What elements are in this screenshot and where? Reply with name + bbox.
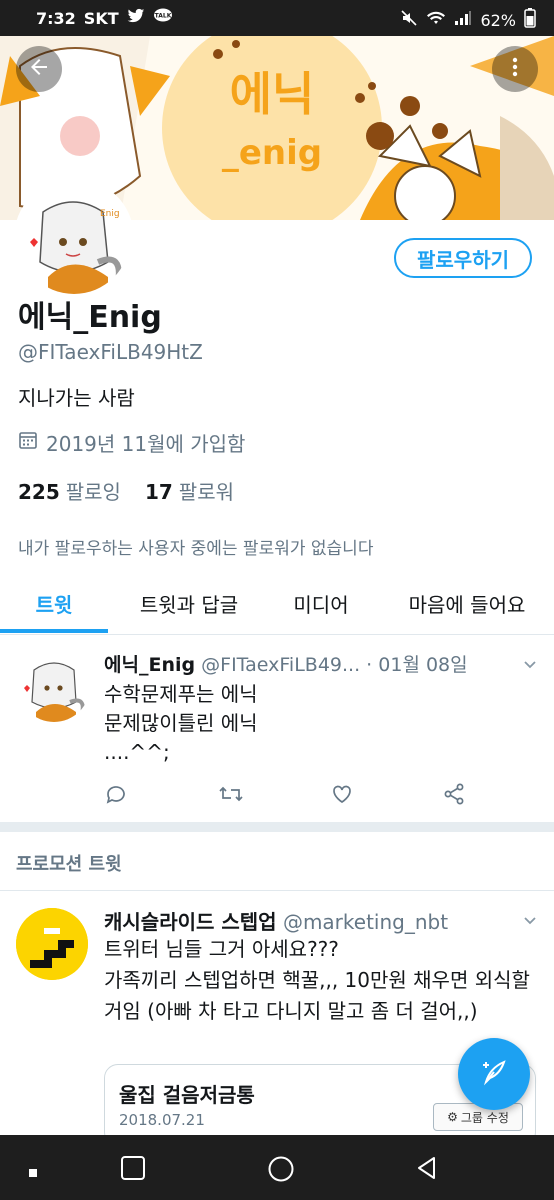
tweet-text: 수학문제푸는 에닉 문제많이틀린 에닉 ....^^; <box>104 682 258 764</box>
following-label: 팔로잉 <box>65 480 121 504</box>
more-options-button[interactable] <box>492 46 538 92</box>
compose-feather-icon <box>478 1056 510 1092</box>
tab-tweets-and-replies[interactable]: 트윗과 답글 <box>116 572 262 634</box>
promoted-author-handle[interactable]: @marketing_nbt <box>283 910 448 934</box>
card-button-label: 그룹 수정 <box>460 1110 509 1125</box>
android-navigation-bar <box>0 1135 554 1200</box>
profile-joined: 2019년 11월에 가입함 <box>18 428 245 457</box>
tab-media[interactable]: 미디어 <box>270 572 372 634</box>
compose-tweet-button[interactable] <box>458 1038 530 1110</box>
chevron-down-icon[interactable] <box>522 656 538 676</box>
recent-dot-icon[interactable] <box>28 1163 38 1182</box>
tweet-author-handle[interactable]: @FITaexFiLB49... <box>201 654 360 676</box>
promoted-avatar[interactable] <box>16 908 88 980</box>
card-date: 2018.07.21 <box>119 1111 205 1129</box>
profile-avatar[interactable]: Enig <box>14 178 134 298</box>
share-icon[interactable] <box>442 782 466 810</box>
home-icon[interactable] <box>267 1155 295 1187</box>
follow-stats: 225 팔로잉 17 팔로워 <box>18 476 234 505</box>
tweet-avatar[interactable] <box>18 650 90 722</box>
avatar-tag-text: Enig <box>100 209 120 219</box>
tab-tweets[interactable]: 트윗 <box>0 572 108 634</box>
banner-subtitle-text: _enig <box>222 133 322 173</box>
tweet-actions <box>104 782 484 812</box>
profile-handle: @FITaexFiLB49HtZ <box>18 340 203 364</box>
back-button[interactable] <box>16 46 62 92</box>
follow-button[interactable]: 팔로우하기 <box>394 238 532 278</box>
heart-icon[interactable] <box>330 782 354 810</box>
card-group-edit-button[interactable]: ⚙ 그룹 수정 <box>433 1103 523 1131</box>
retweet-icon[interactable] <box>218 782 244 810</box>
following-stat[interactable]: 225 팔로잉 <box>18 476 121 505</box>
tweet-header: 에닉_Enig @FITaexFiLB49... · 01월 08일 <box>104 650 468 677</box>
following-count: 225 <box>18 480 60 504</box>
promoted-author-name[interactable]: 캐시슬라이드 스텝업 <box>104 910 277 934</box>
banner-title-text: 에닉 <box>230 67 315 121</box>
status-bar: 7:32 SKT TALK 62% <box>0 0 554 36</box>
battery-percent: 62% <box>480 10 516 30</box>
status-bar-right: 62% <box>400 8 536 32</box>
chevron-down-icon[interactable] <box>522 912 538 932</box>
tab-likes[interactable]: 마음에 들어요 <box>380 572 554 634</box>
promoted-divider <box>0 890 554 891</box>
tweet-author-name[interactable]: 에닉_Enig <box>104 654 195 676</box>
talk-notification-icon: TALK <box>153 8 173 28</box>
arrow-left-icon <box>27 55 51 83</box>
battery-icon <box>524 8 536 32</box>
joined-date-text: 2019년 11월에 가입함 <box>46 432 246 456</box>
followers-count: 17 <box>144 480 173 504</box>
profile-name: 에닉_Enig <box>18 300 162 335</box>
followers-label: 팔로워 <box>178 480 234 504</box>
promoted-header: 캐시슬라이드 스텝업 @marketing_nbt <box>104 906 448 935</box>
calendar-icon <box>18 430 38 455</box>
tweet-item[interactable]: 에닉_Enig @FITaexFiLB49... · 01월 08일 수학문제푸… <box>0 636 554 820</box>
svg-text:TALK: TALK <box>154 13 171 20</box>
back-nav-icon[interactable] <box>414 1155 440 1185</box>
active-tab-indicator <box>0 629 108 633</box>
tweet-date: 01월 08일 <box>378 654 468 676</box>
signal-icon <box>454 10 472 30</box>
status-carrier: SKT <box>83 8 119 28</box>
promoted-section-label: 프로모션 트윗 <box>16 854 122 875</box>
recent-apps-icon[interactable] <box>120 1155 146 1185</box>
gear-icon: ⚙ <box>447 1110 458 1124</box>
mutual-followers-note: 내가 팔로우하는 사용자 중에는 팔로워가 없습니다 <box>18 539 374 559</box>
tweet-separator: · <box>366 654 373 676</box>
profile-bio: 지나가는 사람 <box>18 386 135 410</box>
twitter-notification-icon <box>127 8 145 28</box>
status-bar-left: 7:32 SKT TALK <box>36 8 173 28</box>
card-title: 울집 걸음저금통 <box>119 1083 255 1107</box>
profile-tabs: 트윗 트윗과 답글 미디어 마음에 들어요 <box>0 572 554 635</box>
section-divider <box>0 822 554 832</box>
followers-stat[interactable]: 17 팔로워 <box>145 476 234 505</box>
more-vertical-icon <box>503 55 527 83</box>
wifi-icon <box>426 10 446 30</box>
status-time: 7:32 <box>36 8 76 28</box>
promoted-text: 트위터 님들 그거 아세요??? 가족끼리 스텝업하면 핵꿀,,, 10만원 채… <box>104 937 530 1023</box>
reply-icon[interactable] <box>104 782 128 810</box>
mute-icon <box>400 9 418 31</box>
